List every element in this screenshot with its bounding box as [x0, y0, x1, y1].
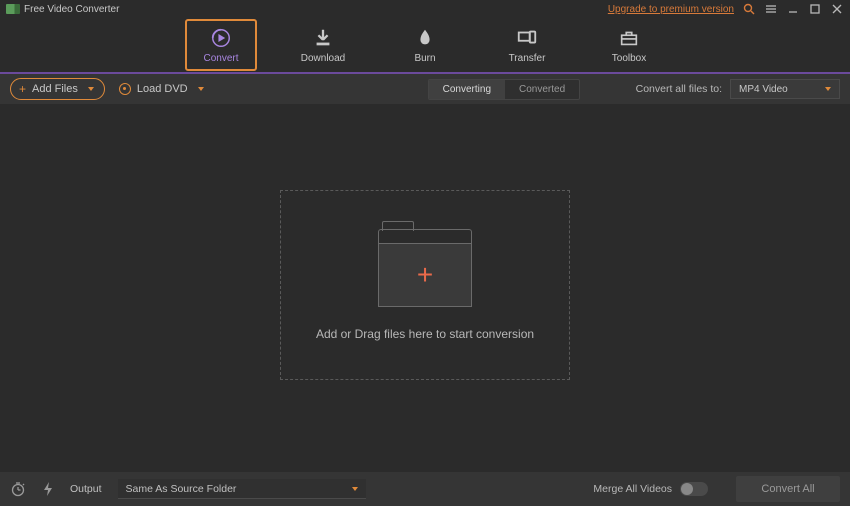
drop-area[interactable]: + Add or Drag files here to start conver… [280, 190, 570, 380]
nav-toolbox[interactable]: Toolbox [593, 19, 665, 71]
clock-icon[interactable] [10, 481, 26, 497]
plus-icon: + [417, 259, 433, 291]
add-files-button[interactable]: + Add Files [10, 78, 105, 100]
output-label: Output [70, 483, 102, 495]
merge-videos: Merge All Videos [593, 482, 708, 496]
app-title: Free Video Converter [24, 4, 119, 15]
close-icon[interactable] [830, 2, 844, 16]
add-files-label: Add Files [32, 83, 78, 95]
maximize-icon[interactable] [808, 2, 822, 16]
plus-icon: + [19, 82, 26, 96]
bolt-icon[interactable] [42, 481, 54, 497]
minimize-icon[interactable] [786, 2, 800, 16]
top-nav: Convert Download Burn Transfer Toolbox [0, 18, 850, 74]
drop-text: Add or Drag files here to start conversi… [316, 327, 534, 341]
convert-all-button[interactable]: Convert All [736, 476, 840, 502]
nav-convert[interactable]: Convert [185, 19, 257, 71]
segment-converting[interactable]: Converting [429, 80, 505, 99]
merge-toggle[interactable] [680, 482, 708, 496]
titlebar: Free Video Converter Upgrade to premium … [0, 0, 850, 18]
toolbar: + Add Files Load DVD Converting Converte… [0, 74, 850, 104]
app-logo-icon [6, 4, 20, 14]
load-dvd-label: Load DVD [137, 83, 188, 95]
nav-label: Download [301, 53, 345, 64]
chevron-down-icon [198, 87, 204, 91]
nav-label: Convert [203, 53, 238, 64]
menu-icon[interactable] [764, 2, 778, 16]
chevron-down-icon [825, 87, 831, 91]
nav-transfer[interactable]: Transfer [491, 19, 563, 71]
output-value: Same As Source Folder [126, 483, 237, 495]
titlebar-right: Upgrade to premium version [608, 2, 844, 16]
status-segment: Converting Converted [428, 79, 581, 100]
titlebar-left: Free Video Converter [6, 4, 119, 15]
convert-all-to-label: Convert all files to: [636, 83, 722, 95]
upgrade-link[interactable]: Upgrade to premium version [608, 4, 734, 15]
footer: Output Same As Source Folder Merge All V… [0, 472, 850, 506]
nav-burn[interactable]: Burn [389, 19, 461, 71]
format-value: MP4 Video [739, 84, 788, 95]
chevron-down-icon [352, 487, 358, 491]
nav-download[interactable]: Download [287, 19, 359, 71]
nav-label: Transfer [509, 53, 546, 64]
nav-label: Burn [414, 53, 435, 64]
output-folder-select[interactable]: Same As Source Folder [118, 479, 366, 499]
search-icon[interactable] [742, 2, 756, 16]
convert-all-to: Convert all files to: MP4 Video [636, 79, 840, 99]
folder-icon: + [378, 229, 472, 307]
format-select[interactable]: MP4 Video [730, 79, 840, 99]
disc-icon [119, 83, 131, 95]
nav-label: Toolbox [612, 53, 646, 64]
chevron-down-icon [88, 87, 94, 91]
load-dvd-button[interactable]: Load DVD [119, 83, 204, 95]
merge-label: Merge All Videos [593, 483, 672, 495]
segment-converted[interactable]: Converted [505, 80, 579, 99]
